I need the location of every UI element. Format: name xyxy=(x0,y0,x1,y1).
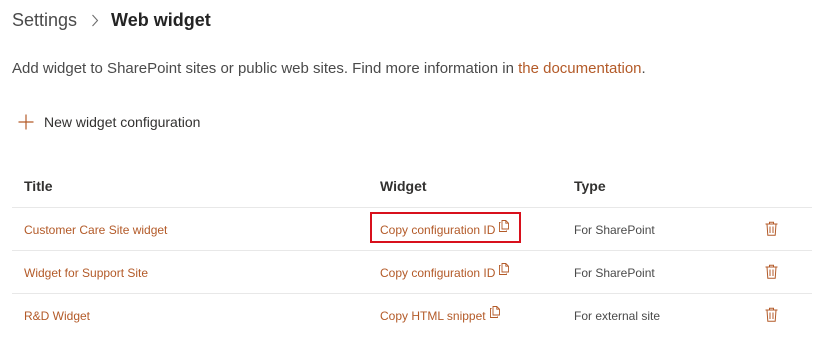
widget-title-link[interactable]: R&D Widget xyxy=(24,294,90,337)
copy-configuration-id-button[interactable]: Copy configuration ID xyxy=(380,251,510,294)
copy-configuration-id-button[interactable]: Copy configuration ID xyxy=(380,208,510,251)
copy-html-snippet-button[interactable]: Copy HTML snippet xyxy=(380,294,500,337)
plus-icon xyxy=(18,114,34,130)
trash-icon xyxy=(765,264,778,282)
widget-title-link[interactable]: Customer Care Site widget xyxy=(24,208,167,251)
delete-button[interactable] xyxy=(765,251,778,294)
new-widget-configuration-button[interactable]: New widget configuration xyxy=(18,110,200,134)
breadcrumb-settings-link[interactable]: Settings xyxy=(12,10,77,31)
page-title: Web widget xyxy=(111,9,211,30)
table-header: Title Widget Type xyxy=(12,166,812,208)
widget-type: For external site xyxy=(574,308,661,323)
widget-table: Title Widget Type Customer Care Site wid… xyxy=(12,166,812,337)
widget-type: For SharePoint xyxy=(574,222,655,237)
copy-icon xyxy=(499,220,510,235)
description-suffix: . xyxy=(641,60,646,77)
trash-icon xyxy=(765,221,778,239)
page-description: Add widget to SharePoint sites or public… xyxy=(12,60,646,77)
new-widget-configuration-label: New widget configuration xyxy=(44,114,201,130)
column-header-type[interactable]: Type xyxy=(574,166,606,208)
delete-button[interactable] xyxy=(765,294,778,337)
description-text: Add widget to SharePoint sites or public… xyxy=(12,60,519,77)
table-row: Customer Care Site widget Copy configura… xyxy=(12,208,812,251)
widget-title-link[interactable]: Widget for Support Site xyxy=(24,251,148,294)
table-row: R&D Widget Copy HTML snippet For externa… xyxy=(12,294,812,337)
chevron-right-icon xyxy=(91,7,99,33)
copy-action-label: Copy configuration ID xyxy=(380,222,496,237)
copy-action-label: Copy configuration ID xyxy=(380,265,496,280)
column-header-title[interactable]: Title xyxy=(24,166,53,208)
trash-icon xyxy=(765,307,778,325)
delete-button[interactable] xyxy=(765,208,778,251)
copy-icon xyxy=(489,306,500,321)
column-header-widget[interactable]: Widget xyxy=(380,166,427,208)
copy-action-label: Copy HTML snippet xyxy=(380,308,486,323)
widget-type: For SharePoint xyxy=(574,265,655,280)
table-row: Widget for Support Site Copy configurati… xyxy=(12,251,812,294)
documentation-link[interactable]: the documentation xyxy=(518,60,641,77)
copy-icon xyxy=(499,263,510,278)
breadcrumb: Settings Web widget xyxy=(12,7,211,33)
